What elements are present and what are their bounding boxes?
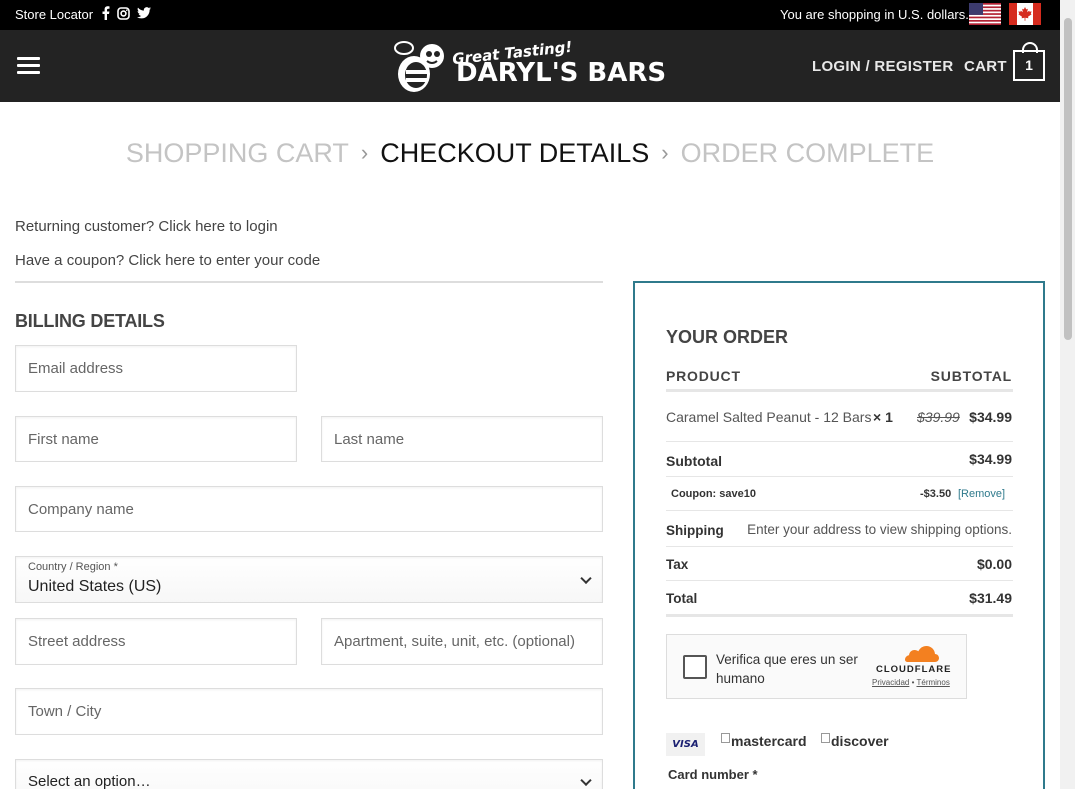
row-divider	[666, 476, 1013, 477]
row-divider	[666, 441, 1013, 442]
breadcrumb-order-complete: ORDER COMPLETE	[680, 138, 935, 168]
us-flag-icon[interactable]	[969, 3, 1001, 25]
last-name-placeholder: Last name	[334, 430, 405, 448]
terms-link[interactable]: Términos	[916, 678, 949, 687]
subtotal-column-header: SUBTOTAL	[930, 368, 1012, 384]
breadcrumb-separator-icon: ›	[661, 140, 669, 165]
city-placeholder: Town / City	[28, 703, 102, 720]
bee-mascot-icon	[394, 41, 444, 92]
first-name-field[interactable]: First name	[15, 416, 297, 462]
coupon-notice[interactable]: Have a coupon? Click here to enter your …	[15, 252, 320, 269]
cart-count-badge[interactable]: 1	[1013, 42, 1045, 81]
discover-card-icon: discover	[821, 733, 889, 749]
broken-image-icon	[821, 733, 830, 743]
links-separator: •	[911, 678, 915, 687]
tax-value: $0.00	[976, 556, 1012, 572]
instagram-icon[interactable]	[117, 6, 130, 20]
page-scrollbar[interactable]	[1060, 0, 1075, 789]
top-bar: Store Locator You are shopping in U.S. d…	[0, 0, 1060, 30]
mastercard-card-icon: mastercard	[721, 733, 807, 749]
checkout-breadcrumb: SHOPPING CART › CHECKOUT DETAILS › ORDER COM…	[0, 138, 1060, 169]
chevron-down-icon	[580, 774, 592, 787]
last-name-field[interactable]: Last name	[321, 416, 603, 462]
canada-flag-icon[interactable]	[1009, 3, 1041, 25]
country-label: Country / Region *	[28, 561, 118, 573]
row-divider	[666, 580, 1013, 581]
town-city-field[interactable]: Town / City	[15, 688, 603, 735]
apartment-field[interactable]: Apartment, suite, unit, etc. (optional)	[321, 618, 603, 665]
tax-label: Tax	[666, 557, 689, 572]
mastercard-alt-text: mastercard	[731, 733, 807, 749]
coupon-value: -$3.50	[920, 488, 952, 500]
captcha-links: Privacidad • Términos	[872, 678, 950, 687]
breadcrumb-checkout-details[interactable]: CHECKOUT DETAILS	[380, 138, 649, 168]
captcha-checkbox[interactable]	[683, 655, 707, 679]
site-logo[interactable]: Great Tasting! DARYL'S BARS	[394, 38, 669, 96]
state-value: Select an option…	[28, 773, 151, 789]
total-divider	[666, 614, 1013, 617]
broken-image-icon	[721, 733, 730, 743]
discover-alt-text: discover	[831, 733, 889, 749]
returning-customer-notice[interactable]: Returning customer? Click here to login	[15, 218, 278, 235]
subtotal-value: $34.99	[969, 451, 1012, 467]
product-column-header: PRODUCT	[666, 368, 741, 384]
item-price: $34.99	[969, 409, 1012, 425]
scrollbar-thumb[interactable]	[1064, 18, 1072, 340]
apartment-placeholder: Apartment, suite, unit, etc. (optional)	[334, 633, 575, 650]
logo-brand: DARYL'S BARS	[456, 58, 667, 88]
menu-icon[interactable]	[17, 57, 40, 75]
card-number-label: Card number *	[668, 767, 758, 782]
shipping-label: Shipping	[666, 523, 724, 538]
first-name-placeholder: First name	[28, 430, 99, 448]
item-name: Caramel Salted Peanut - 12 Bars	[666, 409, 872, 425]
returning-customer-link[interactable]: Returning customer? Click here to login	[15, 218, 278, 235]
section-divider	[15, 281, 603, 283]
email-field[interactable]: Email address	[15, 345, 297, 392]
item-old-price: $39.99	[917, 409, 960, 425]
row-divider	[666, 546, 1013, 547]
country-select[interactable]: Country / Region * United States (US)	[15, 556, 603, 603]
coupon-label: Coupon: save10	[671, 488, 756, 500]
coupon-remove-link[interactable]: [Remove]	[958, 488, 1005, 500]
twitter-icon[interactable]	[137, 7, 151, 19]
coupon-link[interactable]: Have a coupon? Click here to enter your …	[15, 252, 320, 269]
state-select[interactable]: Select an option…	[15, 759, 603, 789]
captcha-widget: Verifica que eres un ser humano CLOUDFLA…	[666, 634, 967, 699]
company-name-field[interactable]: Company name	[15, 486, 603, 532]
site-header: Great Tasting! DARYL'S BARS LOGIN / REGI…	[0, 30, 1060, 102]
shipping-value: Enter your address to view shipping opti…	[747, 522, 1012, 537]
breadcrumb-shopping-cart[interactable]: SHOPPING CART	[126, 138, 349, 168]
street-placeholder: Street address	[28, 633, 126, 650]
social-links	[102, 6, 151, 20]
store-locator-link[interactable]: Store Locator	[15, 7, 93, 22]
captcha-text: Verifica que eres un ser humano	[716, 652, 858, 686]
your-order-title: YOUR ORDER	[666, 327, 789, 347]
cloudflare-cloud-icon	[905, 646, 939, 662]
billing-details-title: BILLING DETAILS	[15, 311, 165, 331]
breadcrumb-separator-icon: ›	[360, 140, 369, 165]
street-address-field[interactable]: Street address	[15, 618, 297, 665]
email-placeholder: Email address	[28, 360, 124, 377]
country-value: United States (US)	[28, 578, 162, 595]
subtotal-label: Subtotal	[666, 453, 722, 469]
currency-notice: You are shopping in U.S. dollars.	[780, 7, 969, 22]
login-register-link[interactable]: LOGIN / REGISTER	[812, 58, 953, 75]
chevron-down-icon	[580, 572, 592, 584]
privacy-link[interactable]: Privacidad	[872, 678, 909, 687]
row-divider	[666, 510, 1013, 511]
item-quantity: × 1	[873, 409, 893, 425]
order-summary-panel: YOUR ORDER PRODUCT SUBTOTAL Caramel Salt…	[633, 281, 1045, 789]
visa-card-icon: VISA	[666, 733, 705, 756]
facebook-icon[interactable]	[102, 6, 110, 20]
company-placeholder: Company name	[28, 500, 134, 518]
total-label: Total	[666, 591, 698, 606]
header-divider	[666, 389, 1013, 392]
cloudflare-brand: CLOUDFLARE	[876, 664, 952, 675]
cart-link[interactable]: CART	[964, 58, 1007, 75]
total-value: $31.49	[969, 590, 1012, 606]
